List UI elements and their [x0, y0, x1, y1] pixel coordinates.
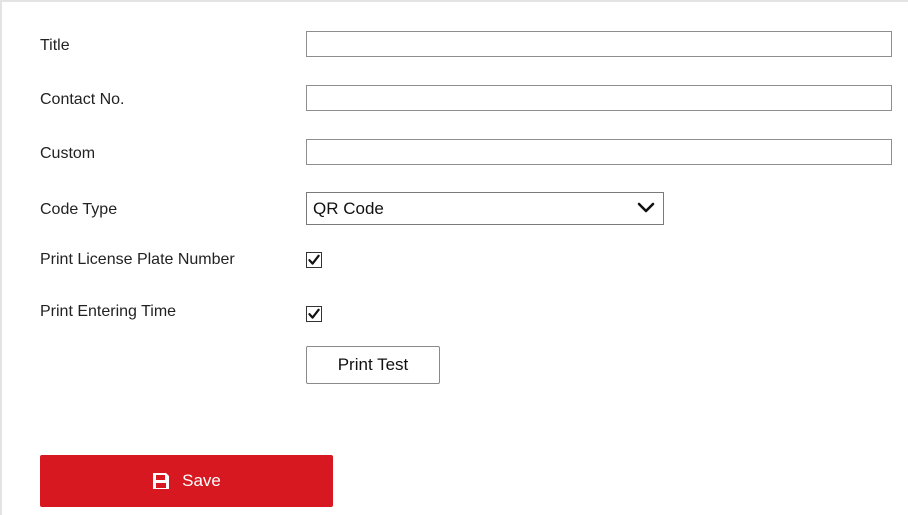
title-row: Title	[40, 31, 900, 61]
print-time-checkbox[interactable]	[306, 306, 322, 322]
code-type-value: QR Code	[313, 199, 384, 218]
code-type-row: Code Type QR Code	[40, 192, 900, 225]
save-button[interactable]: Save	[40, 455, 333, 507]
contact-row: Contact No.	[40, 85, 900, 115]
contact-input[interactable]	[306, 85, 892, 111]
checkmark-icon	[308, 308, 320, 319]
chevron-down-icon	[637, 202, 655, 213]
title-label: Title	[40, 37, 70, 54]
checkmark-icon	[308, 254, 320, 265]
floppy-disk-icon	[153, 473, 170, 489]
custom-label: Custom	[40, 145, 96, 162]
code-type-select[interactable]: QR Code	[306, 192, 664, 225]
custom-row: Custom	[40, 139, 900, 169]
print-test-button[interactable]: Print Test	[306, 346, 440, 384]
print-plate-row: Print License Plate Number	[40, 245, 900, 275]
contact-label: Contact No.	[40, 91, 125, 108]
settings-panel: Title Contact No. Custom Code Type QR Co…	[0, 0, 908, 515]
print-plate-checkbox[interactable]	[306, 252, 322, 268]
save-label: Save	[182, 471, 221, 490]
custom-input[interactable]	[306, 139, 892, 165]
code-type-label: Code Type	[40, 201, 118, 218]
title-input[interactable]	[306, 31, 892, 57]
print-plate-label: Print License Plate Number	[40, 251, 235, 268]
print-time-label: Print Entering Time	[40, 303, 177, 320]
print-time-row: Print Entering Time	[40, 297, 900, 327]
